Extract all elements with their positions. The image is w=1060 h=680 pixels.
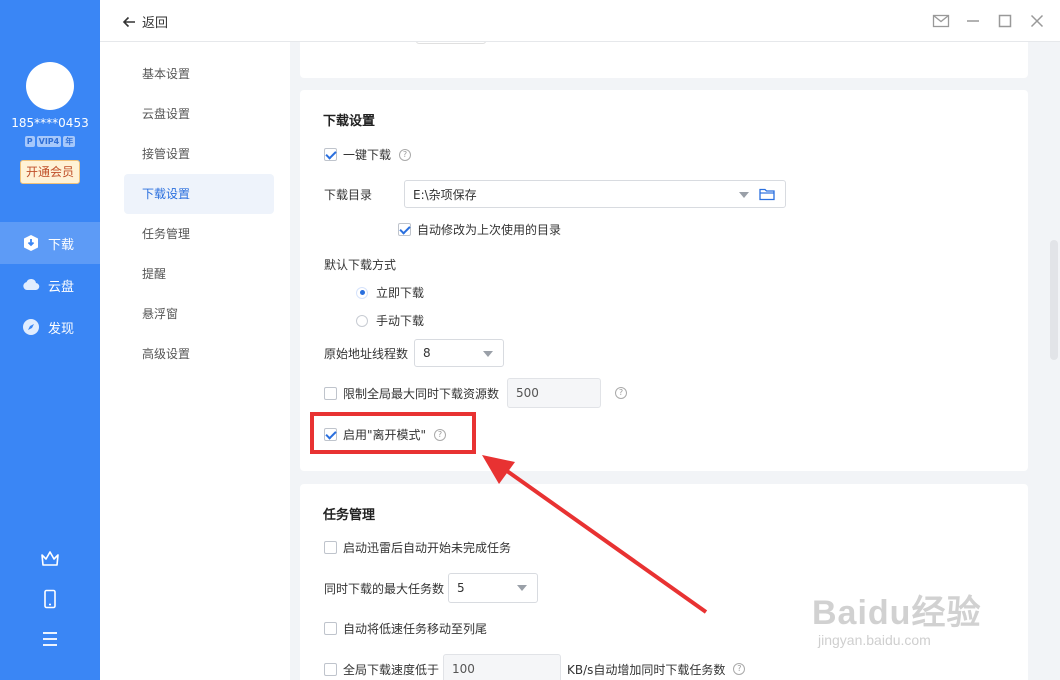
clipped-field[interactable] <box>416 42 486 44</box>
cloud-icon <box>23 279 40 291</box>
nav-item-discover[interactable]: 发现 <box>0 306 100 348</box>
folder-icon[interactable] <box>759 187 775 201</box>
settings-nav-tasks[interactable]: 任务管理 <box>124 214 274 254</box>
crown-button[interactable] <box>0 548 100 570</box>
dir-value: E:\杂项保存 <box>413 187 477 202</box>
app-sidebar: 185****0453 P VIP4 年 开通会员 下载 云盘 发现 <box>0 0 100 680</box>
nav-item-download[interactable]: 下载 <box>0 222 100 264</box>
download-icon <box>24 235 38 251</box>
auto-modify-checkbox[interactable] <box>398 223 411 236</box>
settings-nav-advanced[interactable]: 高级设置 <box>124 334 274 374</box>
section-title: 任务管理 <box>323 508 376 523</box>
option-label: 自动将低速任务移动至列尾 <box>343 622 488 636</box>
window-controls <box>932 12 1046 30</box>
option-label: 启动迅雷后自动开始未完成任务 <box>343 541 512 555</box>
top-bar: 返回 <box>100 0 1060 42</box>
max-tasks-label: 同时下载的最大任务数 <box>324 581 445 596</box>
minimize-icon[interactable] <box>964 12 982 30</box>
chevron-down-icon <box>483 351 494 357</box>
open-vip-button[interactable]: 开通会员 <box>20 160 80 184</box>
mobile-icon <box>44 589 56 609</box>
speed-low-suffix: KB/s自动增加同时下载任务数 <box>567 662 726 677</box>
threads-row: 原始地址线程数 8 <box>324 339 505 367</box>
menu-icon <box>43 632 57 646</box>
help-icon[interactable]: ? <box>733 663 746 675</box>
threads-value: 8 <box>423 346 431 360</box>
option-label: 一键下载 <box>343 148 392 162</box>
p-badge: P <box>24 136 35 147</box>
previous-settings-card <box>300 42 1028 78</box>
help-icon[interactable]: ? <box>615 387 628 399</box>
year-badge: 年 <box>63 136 76 147</box>
avatar[interactable] <box>26 62 74 110</box>
threads-select[interactable]: 8 <box>414 339 505 367</box>
nav-item-label: 下载 <box>48 237 75 253</box>
immediate-radio[interactable] <box>356 286 368 299</box>
max-tasks-select[interactable]: 5 <box>448 573 539 603</box>
auto-start-checkbox[interactable] <box>324 541 337 554</box>
default-mode-label: 默认下载方式 <box>324 258 397 272</box>
settings-nav-takeover[interactable]: 接管设置 <box>124 134 274 174</box>
scrollbar[interactable] <box>1050 240 1058 360</box>
back-button[interactable]: 返回 <box>122 12 168 31</box>
move-slow-option[interactable]: 自动将低速任务移动至列尾 <box>324 620 487 637</box>
section-title: 下载设置 <box>323 114 376 129</box>
limit-resources-option: 限制全局最大同时下载资源数 500 ? <box>324 378 628 408</box>
option-label: 自动修改为上次使用的目录 <box>417 223 562 237</box>
dir-label: 下载目录 <box>324 187 373 202</box>
settings-nav: 基本设置 云盘设置 接管设置 下载设置 任务管理 提醒 悬浮窗 高级设置 <box>100 42 290 680</box>
nav-item-label: 云盘 <box>48 279 75 295</box>
settings-nav-reminders[interactable]: 提醒 <box>124 254 274 294</box>
speed-low-input[interactable]: 100 <box>443 654 562 680</box>
crown-icon <box>41 551 59 566</box>
maximize-icon[interactable] <box>996 12 1014 30</box>
manual-radio[interactable] <box>356 314 368 327</box>
mode-option-immediate[interactable]: 立即下载 <box>356 284 424 301</box>
task-management-card: 任务管理 启动迅雷后自动开始未完成任务 同时下载的最大任务数 5 自动将低速任务… <box>300 484 1028 680</box>
option-label: 限制全局最大同时下载资源数 <box>343 386 500 401</box>
mail-icon[interactable] <box>932 12 950 30</box>
mode-option-manual[interactable]: 手动下载 <box>356 312 424 329</box>
settings-nav-basic[interactable]: 基本设置 <box>124 54 274 94</box>
help-icon[interactable]: ? <box>399 148 412 161</box>
one-click-download-option[interactable]: 一键下载 ? <box>324 146 412 163</box>
option-label: 手动下载 <box>376 314 425 328</box>
arrow-left-icon <box>122 16 135 27</box>
compass-icon <box>23 319 39 335</box>
one-click-checkbox[interactable] <box>324 148 337 161</box>
download-dir-select[interactable]: E:\杂项保存 <box>404 180 786 208</box>
download-dir-row: 下载目录 E:\杂项保存 <box>324 180 786 208</box>
highlight-box <box>310 412 476 454</box>
settings-nav-download[interactable]: 下载设置 <box>124 174 274 214</box>
user-name: 185****0453 <box>11 116 89 130</box>
baidu-watermark: Baidu经验 <box>812 594 982 632</box>
mobile-button[interactable] <box>0 588 100 610</box>
vip-level-badge: VIP4 <box>36 136 62 147</box>
max-tasks-row: 同时下载的最大任务数 5 <box>324 573 539 603</box>
chevron-down-icon <box>739 192 749 198</box>
auto-start-option[interactable]: 启动迅雷后自动开始未完成任务 <box>324 539 511 556</box>
back-label: 返回 <box>142 16 169 31</box>
settings-nav-floating[interactable]: 悬浮窗 <box>124 294 274 334</box>
chevron-down-icon <box>517 585 528 591</box>
main-nav: 下载 云盘 发现 <box>0 222 100 348</box>
limit-value-input[interactable]: 500 <box>507 378 602 408</box>
speed-low-option: 全局下载速度低于 100 KB/s自动增加同时下载任务数 ? <box>324 654 746 680</box>
limit-checkbox[interactable] <box>324 386 337 400</box>
move-slow-checkbox[interactable] <box>324 622 337 635</box>
baidu-watermark-url: jingyan.baidu.com <box>818 632 931 648</box>
max-tasks-value: 5 <box>457 581 465 595</box>
nav-item-label: 发现 <box>48 321 75 337</box>
speed-low-checkbox[interactable] <box>324 662 337 676</box>
menu-button[interactable] <box>0 628 100 650</box>
option-label: 立即下载 <box>376 286 425 300</box>
user-badges: P VIP4 年 <box>0 136 100 147</box>
auto-modify-option[interactable]: 自动修改为上次使用的目录 <box>398 221 561 238</box>
settings-nav-cloud[interactable]: 云盘设置 <box>124 94 274 134</box>
threads-label: 原始地址线程数 <box>324 346 409 361</box>
close-icon[interactable] <box>1028 12 1046 30</box>
nav-item-cloud[interactable]: 云盘 <box>0 264 100 306</box>
option-label: 全局下载速度低于 <box>343 662 440 677</box>
